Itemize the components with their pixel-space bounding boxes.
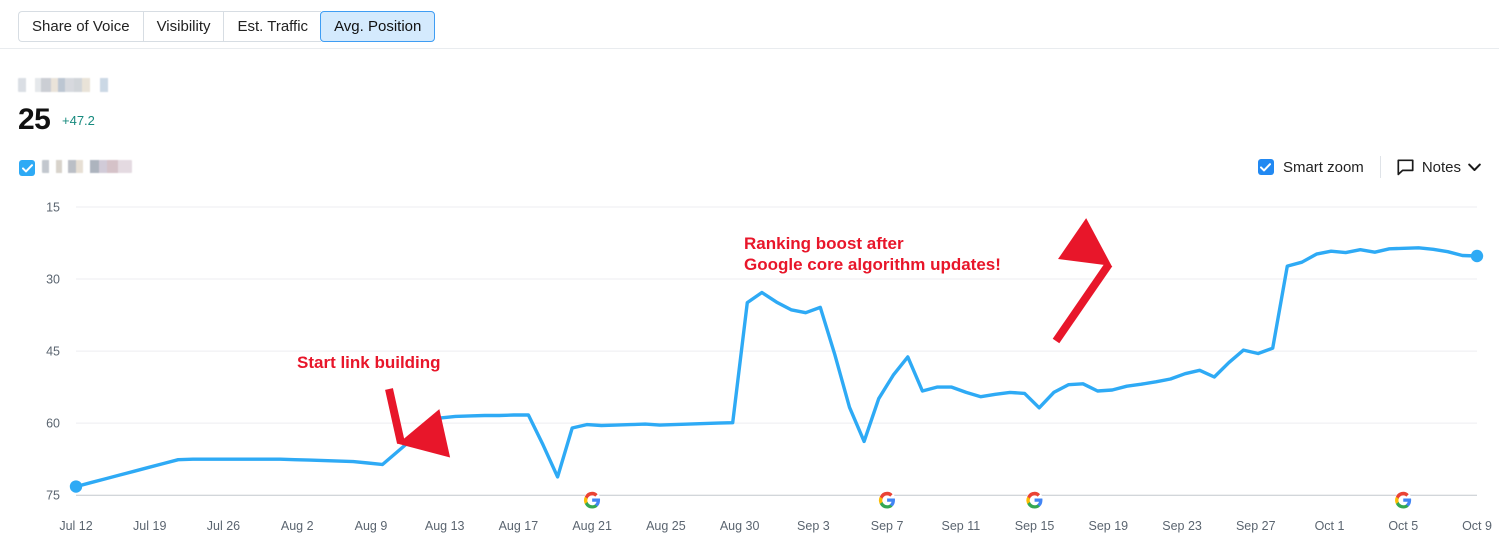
x-axis-tick-label: Aug 17: [499, 519, 539, 533]
tab-est-traffic[interactable]: Est. Traffic: [223, 11, 322, 42]
x-axis-tick-label: Sep 3: [797, 519, 830, 533]
avg-position-delta: +47.2: [62, 113, 95, 128]
x-axis-tick-label: Aug 9: [355, 519, 388, 533]
x-axis-tick-label: Aug 13: [425, 519, 465, 533]
x-axis-tick-label: Jul 26: [207, 519, 240, 533]
x-axis-tick-label: Aug 25: [646, 519, 686, 533]
series-toggle-checkbox[interactable]: [19, 160, 35, 176]
chart-controls: Smart zoom Notes: [1257, 156, 1481, 178]
tab-avg-position[interactable]: Avg. Position: [320, 11, 436, 42]
series-line-avg-position: [74, 246, 1479, 489]
x-axis-tick-label: Aug 30: [720, 519, 760, 533]
redacted-domain-label: [18, 78, 114, 92]
y-axis-tick-label: 60: [46, 417, 60, 431]
y-axis-tick-label: 75: [46, 489, 60, 503]
checkmark-icon: [1260, 162, 1272, 171]
y-axis-tick-label: 15: [46, 201, 60, 215]
notes-dropdown[interactable]: Notes: [1397, 159, 1481, 176]
tab-visibility[interactable]: Visibility: [142, 11, 224, 42]
avg-position-value: 25: [18, 103, 51, 136]
google-update-marker-icon[interactable]: [583, 491, 601, 509]
x-axis-tick-label: Sep 19: [1089, 519, 1129, 533]
smart-zoom-checkbox[interactable]: [1257, 159, 1274, 175]
x-axis-tick-label: Sep 7: [871, 519, 904, 533]
avg-position-chart-panel: Share of Voice Visibility Est. Traffic A…: [0, 0, 1499, 555]
series-start-point: [69, 480, 83, 493]
chevron-down-icon: [1468, 163, 1481, 171]
y-axis-tick-label: 30: [46, 273, 60, 287]
x-axis-tick-label: Aug 21: [572, 519, 612, 533]
annotation-start-link-building: Start link building: [297, 353, 441, 372]
header-divider: [0, 48, 1499, 49]
x-axis-tick-label: Oct 9: [1462, 519, 1492, 533]
note-bubble-icon: [1397, 158, 1414, 175]
x-axis-tick-label: Oct 5: [1388, 519, 1418, 533]
google-update-marker-icon[interactable]: [1026, 491, 1044, 509]
tab-share-of-voice[interactable]: Share of Voice: [18, 11, 143, 42]
x-axis-tick-label: Jul 12: [59, 519, 92, 533]
smart-zoom-toggle[interactable]: Smart zoom: [1257, 158, 1364, 176]
notes-label: Notes: [1421, 158, 1461, 176]
google-update-marker-icon[interactable]: [878, 491, 896, 509]
metric-tabs[interactable]: Share of Voice Visibility Est. Traffic A…: [18, 11, 436, 42]
google-update-marker-icon[interactable]: [1394, 491, 1412, 509]
x-axis-tick-label: Jul 19: [133, 519, 166, 533]
x-axis-tick-label: Sep 11: [941, 519, 980, 533]
checkmark-icon: [21, 163, 33, 172]
x-axis-tick-label: Aug 2: [281, 519, 314, 533]
y-axis-tick-label: 45: [46, 345, 60, 359]
x-axis-tick-label: Sep 23: [1162, 519, 1202, 533]
controls-divider: [1379, 156, 1381, 178]
x-axis-tick-label: Sep 15: [1015, 519, 1055, 533]
series-end-point: [1470, 249, 1484, 263]
x-axis-tick-label: Oct 1: [1315, 519, 1345, 533]
x-axis-tick-label: Sep 27: [1236, 519, 1276, 533]
redacted-series-label: [42, 160, 132, 173]
smart-zoom-label: Smart zoom: [1282, 158, 1364, 176]
annotation-ranking-boost: Ranking boost after Google core algorith…: [744, 234, 1001, 275]
